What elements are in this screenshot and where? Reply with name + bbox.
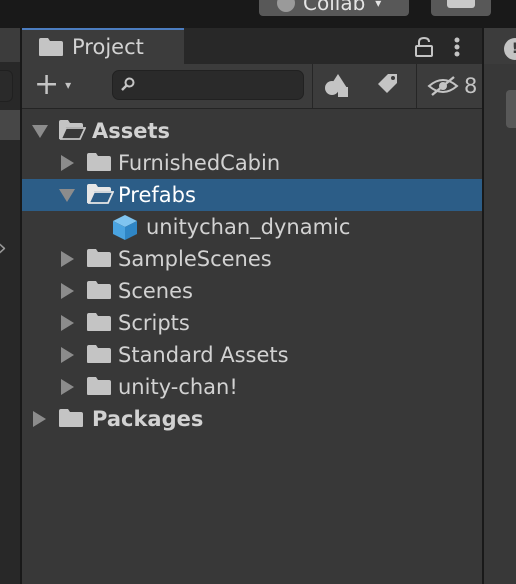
folder-icon	[39, 38, 63, 56]
cloud-icon	[447, 0, 475, 8]
right-panel-body	[484, 64, 516, 584]
left-panel: ›	[0, 28, 20, 584]
tree-row-prefab[interactable]: unitychan_dynamic	[22, 211, 482, 243]
collab-icon	[277, 0, 295, 12]
tree-row-folder[interactable]: Scenes	[22, 275, 482, 307]
tree-row-folder[interactable]: unity-chan!	[22, 371, 482, 403]
expand-arrow-down-icon[interactable]	[59, 189, 75, 202]
tree-row-folder[interactable]: SampleScenes	[22, 243, 482, 275]
right-panel-tab[interactable]: !	[484, 28, 516, 64]
prefab-cube-icon	[113, 215, 137, 240]
search-field[interactable]	[112, 70, 304, 100]
folder-icon	[87, 313, 111, 331]
add-asset-button[interactable]: + ▾	[34, 70, 90, 100]
left-panel-selected-row[interactable]	[0, 110, 20, 140]
folder-open-icon	[87, 184, 114, 204]
expand-arrow-right-icon[interactable]	[61, 379, 74, 395]
folder-icon	[87, 377, 111, 395]
search-input[interactable]	[143, 73, 297, 97]
expand-arrow-down-icon[interactable]	[32, 125, 48, 138]
collab-label: Collab	[303, 0, 366, 15]
folder-icon	[87, 345, 111, 363]
hidden-count: 8	[464, 74, 478, 98]
tree-label: Prefabs	[118, 183, 196, 207]
tree-row-folder-selected[interactable]: Prefabs	[22, 179, 482, 211]
folder-icon	[59, 409, 83, 427]
expand-arrow-right-icon[interactable]	[61, 347, 74, 363]
label-tag-icon	[378, 74, 397, 93]
right-panel: !	[484, 28, 516, 584]
toolbar-divider	[416, 64, 417, 108]
tree-label: Assets	[92, 119, 171, 143]
type-filter-button[interactable]	[314, 64, 360, 108]
tree-label: Packages	[92, 407, 204, 431]
left-panel-tab[interactable]	[0, 28, 20, 62]
project-toolbar: + ▾ 8	[22, 64, 482, 109]
tree-label: Scripts	[118, 311, 190, 335]
search-icon	[121, 77, 135, 91]
kebab-menu-icon[interactable]	[452, 36, 462, 58]
left-panel-search[interactable]	[0, 70, 13, 102]
info-icon: !	[504, 38, 516, 60]
chevron-down-icon: ▾	[65, 78, 72, 92]
tab-project[interactable]: Project	[22, 28, 184, 64]
expand-arrow-right-icon[interactable]	[33, 411, 46, 427]
chevron-down-icon: ▾	[375, 0, 382, 10]
tab-bar: Project	[22, 28, 482, 64]
tree-label: FurnishedCabin	[118, 151, 281, 175]
tree-label: unity-chan!	[118, 375, 238, 399]
right-panel-button[interactable]	[506, 90, 516, 128]
tree-row-folder[interactable]: Standard Assets	[22, 339, 482, 371]
tree-row-folder[interactable]: FurnishedCabin	[22, 147, 482, 179]
expand-arrow-right-icon[interactable]	[61, 155, 74, 171]
chevron-right-icon[interactable]: ›	[0, 236, 7, 261]
folder-icon	[87, 153, 111, 171]
expand-arrow-right-icon[interactable]	[61, 315, 74, 331]
lock-icon[interactable]	[414, 36, 434, 58]
hidden-packages-toggle[interactable]: 8	[418, 64, 482, 108]
expand-arrow-right-icon[interactable]	[61, 251, 74, 267]
toolbar-divider	[312, 64, 313, 108]
folder-icon	[87, 249, 111, 267]
tree-row-assets[interactable]: Assets	[22, 115, 482, 147]
tree-row-folder[interactable]: Scripts	[22, 307, 482, 339]
label-filter-button[interactable]	[364, 64, 410, 108]
tree-label: SampleScenes	[118, 247, 272, 271]
tree-row-packages[interactable]: Packages	[22, 403, 482, 435]
top-toolbar: Collab ▾	[0, 0, 516, 28]
project-window: Project + ▾ 8 Assets FurnishedCabin Pref…	[22, 28, 482, 584]
account-button[interactable]	[431, 0, 491, 16]
tree-label: unitychan_dynamic	[146, 215, 351, 239]
tab-project-label: Project	[72, 35, 144, 59]
expand-arrow-right-icon[interactable]	[61, 283, 74, 299]
tree-label: Standard Assets	[118, 343, 289, 367]
collab-button[interactable]: Collab ▾	[259, 0, 409, 16]
folder-open-icon	[59, 120, 86, 140]
tree-label: Scenes	[118, 279, 193, 303]
folder-icon	[87, 281, 111, 299]
eye-slash-icon	[427, 76, 459, 96]
type-filter-icon	[325, 74, 348, 97]
plus-icon: +	[34, 67, 60, 102]
